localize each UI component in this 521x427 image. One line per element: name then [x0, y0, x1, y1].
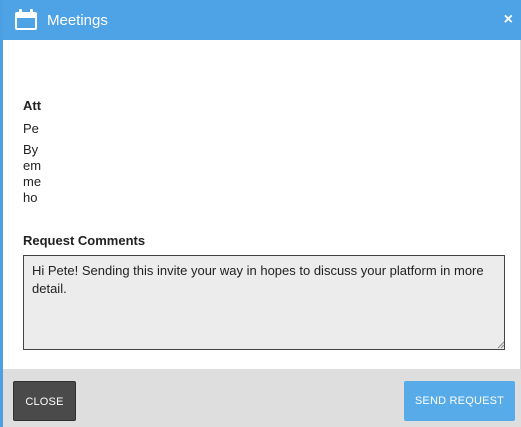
- close-icon[interactable]: ×: [504, 12, 513, 28]
- close-button[interactable]: CLOSE: [13, 381, 76, 421]
- attendee-description-line: ho: [23, 190, 38, 205]
- send-request-button[interactable]: SEND REQUEST: [404, 381, 515, 421]
- meetings-dialog: Meetings × Att Pe By em me ho Request Co…: [0, 0, 521, 427]
- dialog-footer: CLOSE SEND REQUEST: [3, 369, 521, 427]
- resize-grip-icon[interactable]: [497, 341, 505, 349]
- attendee-description-line: em: [23, 158, 42, 173]
- attendee-label: Att: [23, 98, 42, 113]
- attendee-description-line: me: [23, 174, 42, 189]
- request-comments-input[interactable]: Hi Pete! Sending this invite your way in…: [23, 255, 505, 350]
- dialog-header: Meetings ×: [3, 0, 521, 40]
- dialog-title: Meetings: [47, 12, 108, 29]
- attendee-name: Pe: [23, 121, 39, 136]
- request-comments-label: Request Comments: [23, 233, 146, 248]
- attendee-description: By em me ho: [23, 142, 45, 206]
- calendar-icon: [15, 9, 37, 30]
- attendee-description-line: By: [23, 142, 39, 157]
